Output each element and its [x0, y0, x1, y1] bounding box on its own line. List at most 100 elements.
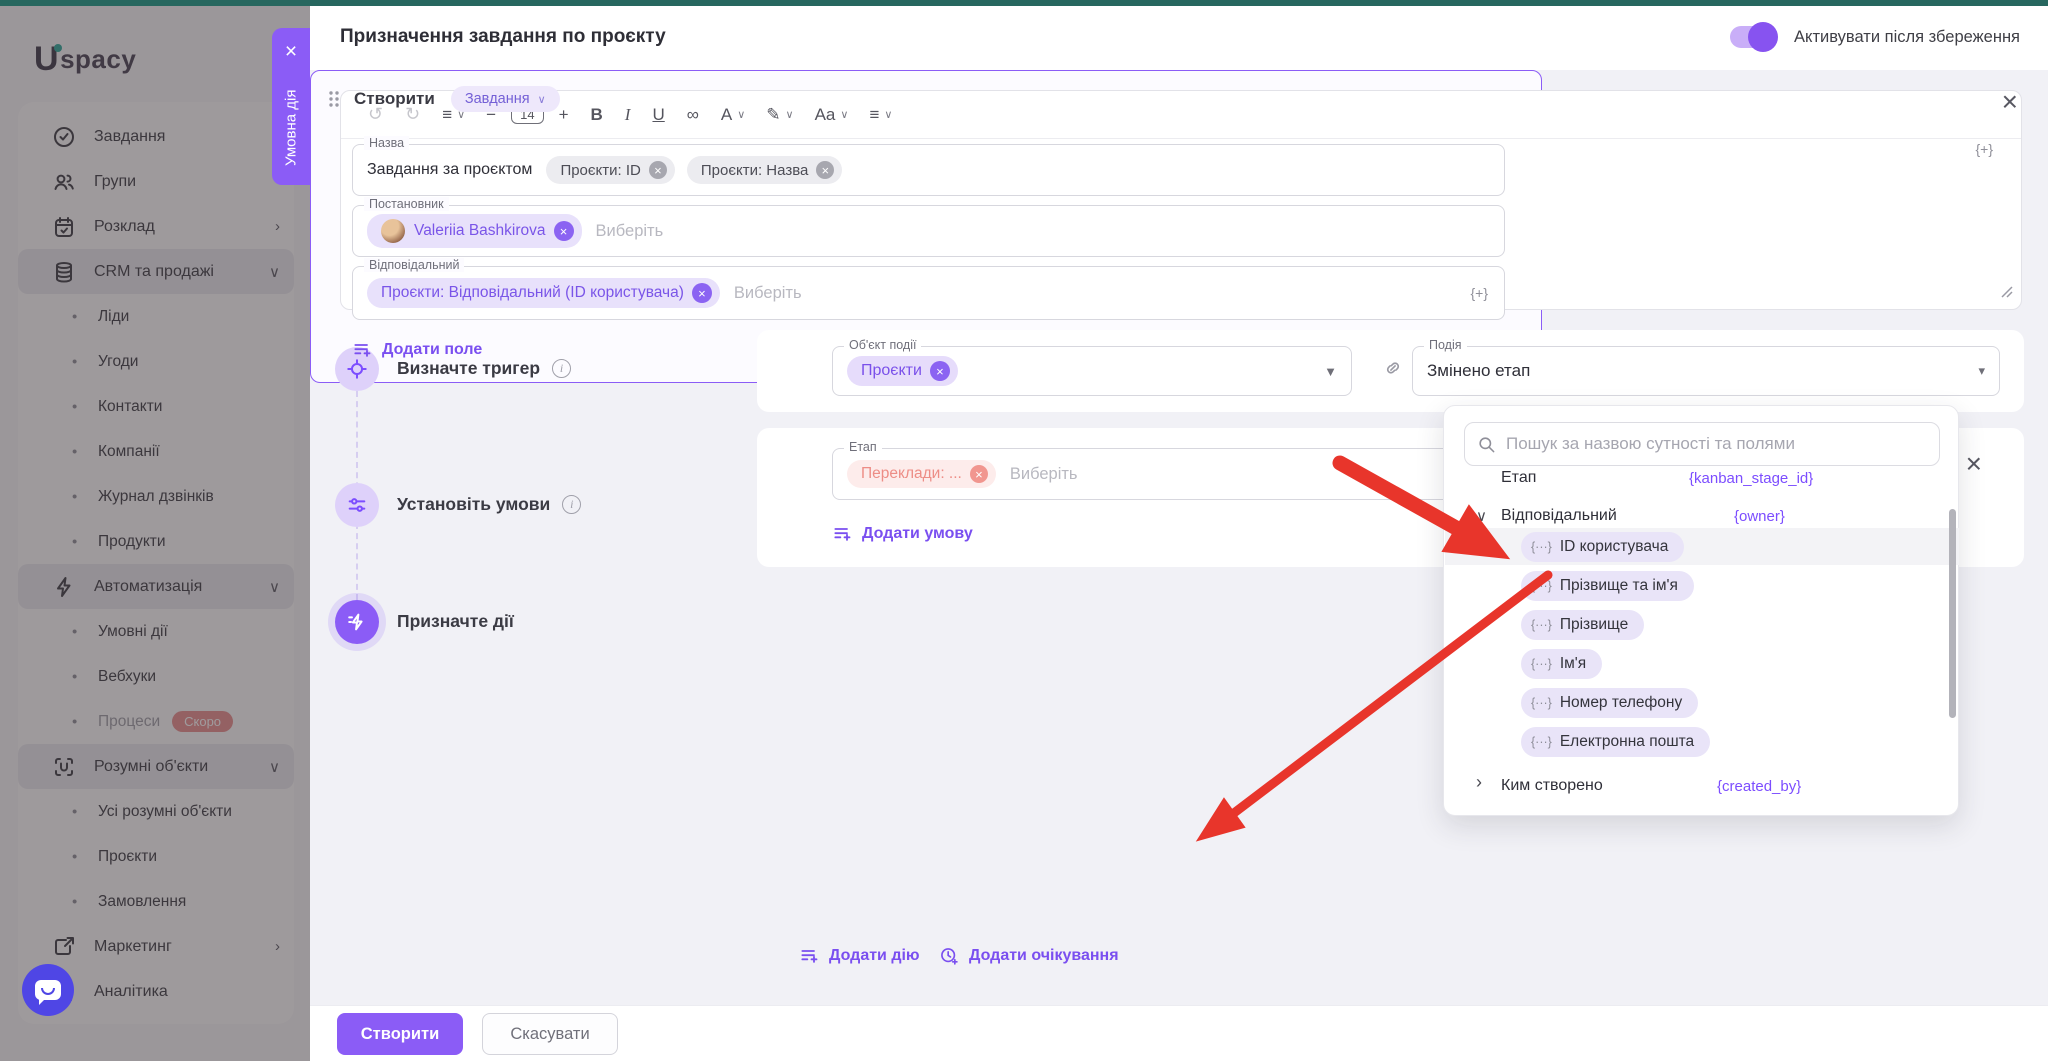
variable-chip[interactable]: Проєкти: Назва×: [687, 156, 842, 184]
drag-handle-icon[interactable]: [328, 89, 340, 109]
dropdown-row-created-by[interactable]: ›Ким створено{created_by}: [1444, 768, 1960, 804]
info-icon[interactable]: i: [562, 495, 581, 514]
remove-chip-icon[interactable]: ×: [970, 465, 988, 483]
search-input[interactable]: [1506, 434, 1927, 454]
object-chip[interactable]: Проєкти×: [847, 356, 958, 386]
remove-chip-icon[interactable]: ×: [554, 221, 574, 241]
align-icon[interactable]: ≡: [869, 105, 879, 125]
user-chip[interactable]: Valeriia Bashkirova×: [367, 214, 582, 248]
add-wait-link[interactable]: Додати очікування: [939, 946, 1119, 966]
resize-handle[interactable]: [2001, 285, 2013, 303]
modal-footer: Створити Скасувати: [310, 1005, 2048, 1061]
chevron-down-icon: ∨: [786, 108, 794, 121]
task-name-label: Назва: [364, 136, 409, 150]
conditions-step-label: Установіть умовиi: [397, 494, 581, 515]
text-case-icon[interactable]: Aa: [815, 105, 836, 125]
stage-label: Етап: [844, 440, 882, 454]
text-color-icon[interactable]: A: [721, 105, 732, 125]
action-title: Створити: [354, 89, 435, 109]
variable-chip[interactable]: Проєкти: ID×: [546, 156, 674, 184]
variable-token-icon: {···}: [1531, 735, 1552, 749]
modal-header: Призначення завдання по проєкту Активува…: [310, 6, 2048, 70]
font-size-increase-icon[interactable]: +: [559, 105, 569, 125]
author-placeholder: Виберіть: [596, 222, 664, 241]
cancel-button[interactable]: Скасувати: [482, 1013, 618, 1055]
remove-chip-icon[interactable]: ×: [649, 161, 667, 179]
avatar: [381, 219, 405, 243]
chevron-down-icon: ∨: [884, 108, 892, 121]
event-field[interactable]: Подія Змінено етап ▾: [1412, 346, 2000, 396]
field-picker-dropdown: Етап{kanban_stage_id} ∨Відповідальний{ow…: [1443, 405, 1959, 816]
remove-chip-icon[interactable]: ×: [692, 283, 712, 303]
create-button[interactable]: Створити: [337, 1013, 463, 1055]
dropdown-row-stage[interactable]: Етап{kanban_stage_id}: [1444, 460, 1960, 496]
dropdown-arrow-icon[interactable]: ▼: [1324, 364, 1337, 379]
editor-toolbar: ↺ ↻ ≡∨ − 14 + B I U ∞ A∨ ✎∨ Aa∨ ≡∨: [341, 91, 2021, 139]
stage-placeholder: Виберіть: [1010, 465, 1078, 484]
info-icon[interactable]: i: [552, 359, 571, 378]
responsible-field[interactable]: Відповідальний Проєкти: Відповідальний (…: [352, 266, 1505, 320]
actions-step-icon: [335, 600, 379, 644]
activate-toggle[interactable]: [1730, 26, 1776, 48]
variable-token-icon: {···}: [1531, 579, 1552, 593]
chat-widget-button[interactable]: [22, 964, 74, 1016]
dropdown-row-email[interactable]: {···}Електронна пошта: [1444, 724, 1960, 760]
chevron-down-icon: ∨: [1476, 507, 1487, 525]
modal-dim-overlay: [0, 6, 310, 1061]
stage-chip[interactable]: Переклади: ...×: [847, 460, 996, 488]
action-type-chip[interactable]: Завдання∨: [451, 86, 560, 112]
remove-chip-icon[interactable]: ×: [816, 161, 834, 179]
responsible-label: Відповідальний: [364, 258, 464, 272]
top-accent-bar: [0, 0, 2048, 6]
variable-token-icon: {···}: [1531, 657, 1552, 671]
dropdown-row-phone[interactable]: {···}Номер телефону: [1444, 685, 1960, 721]
insert-variable-token[interactable]: {+}: [1470, 285, 1488, 301]
event-label: Подія: [1424, 338, 1467, 352]
dropdown-row-firstname[interactable]: {···}Ім'я: [1444, 646, 1960, 682]
add-action-link[interactable]: Додати дію: [799, 946, 920, 966]
list-plus-icon: [832, 524, 852, 544]
responsible-placeholder: Виберіть: [734, 284, 802, 303]
activate-toggle-label: Активувати після збереження: [1794, 28, 2020, 47]
dropdown-row-lastname[interactable]: {···}Прізвище: [1444, 607, 1960, 643]
event-object-field[interactable]: Об'єкт події Проєкти× ▼: [832, 346, 1352, 396]
close-conditions-icon[interactable]: ×: [1966, 450, 1982, 478]
chevron-down-icon: ∨: [737, 108, 745, 121]
close-action-icon[interactable]: ×: [2002, 88, 2018, 116]
condition-tab-label: Умовна дія: [272, 78, 310, 178]
task-name-text: Завдання за проєктом: [367, 161, 532, 179]
link-icon[interactable]: ∞: [687, 105, 699, 125]
author-field[interactable]: Постановник Valeriia Bashkirova× Виберіт…: [352, 205, 1505, 257]
close-icon[interactable]: ×: [272, 40, 310, 64]
underline-icon[interactable]: U: [652, 105, 664, 125]
highlight-color-icon[interactable]: ✎: [766, 105, 780, 125]
italic-icon[interactable]: I: [625, 105, 631, 125]
dropdown-row-user-id[interactable]: {···}ID користувача: [1444, 529, 1960, 565]
list-plus-icon: [799, 946, 819, 966]
sidebar: Uspacy Завдання Групи Розклад› CRM та пр…: [0, 6, 310, 1061]
add-field-link[interactable]: Додати поле: [352, 340, 482, 360]
condition-action-tab[interactable]: × Умовна дія: [272, 28, 310, 185]
chevron-right-icon: ›: [1476, 772, 1482, 793]
dropdown-scrollbar[interactable]: [1949, 509, 1956, 718]
link-fields-icon: [1383, 358, 1403, 383]
variable-name: {created_by}: [1717, 778, 1801, 795]
list-plus-icon: [352, 340, 372, 360]
author-label: Постановник: [364, 197, 449, 211]
variable-name: {kanban_stage_id}: [1689, 470, 1813, 487]
variable-token-icon: {···}: [1531, 540, 1552, 554]
variable-chip[interactable]: Проєкти: Відповідальний (ID користувача)…: [367, 278, 720, 308]
bold-icon[interactable]: B: [591, 105, 603, 125]
dropdown-row-fullname[interactable]: {···}Прізвище та ім'я: [1444, 568, 1960, 604]
conditions-step-icon: [335, 483, 379, 527]
trigger-card: Об'єкт події Проєкти× ▼ Подія Змінено ет…: [757, 330, 2024, 412]
insert-variable-token[interactable]: {+}: [1975, 141, 1993, 157]
page-title: Призначення завдання по проєкту: [340, 26, 666, 48]
dropdown-arrow-icon[interactable]: ▾: [1978, 363, 1985, 379]
remove-chip-icon[interactable]: ×: [930, 361, 950, 381]
chat-bubble-icon: [35, 980, 61, 1000]
toggle-knob: [1748, 22, 1778, 52]
add-condition-link[interactable]: Додати умову: [832, 524, 973, 544]
task-name-field[interactable]: Назва Завдання за проєктом Проєкти: ID× …: [352, 144, 1505, 196]
clock-plus-icon: [939, 946, 959, 966]
